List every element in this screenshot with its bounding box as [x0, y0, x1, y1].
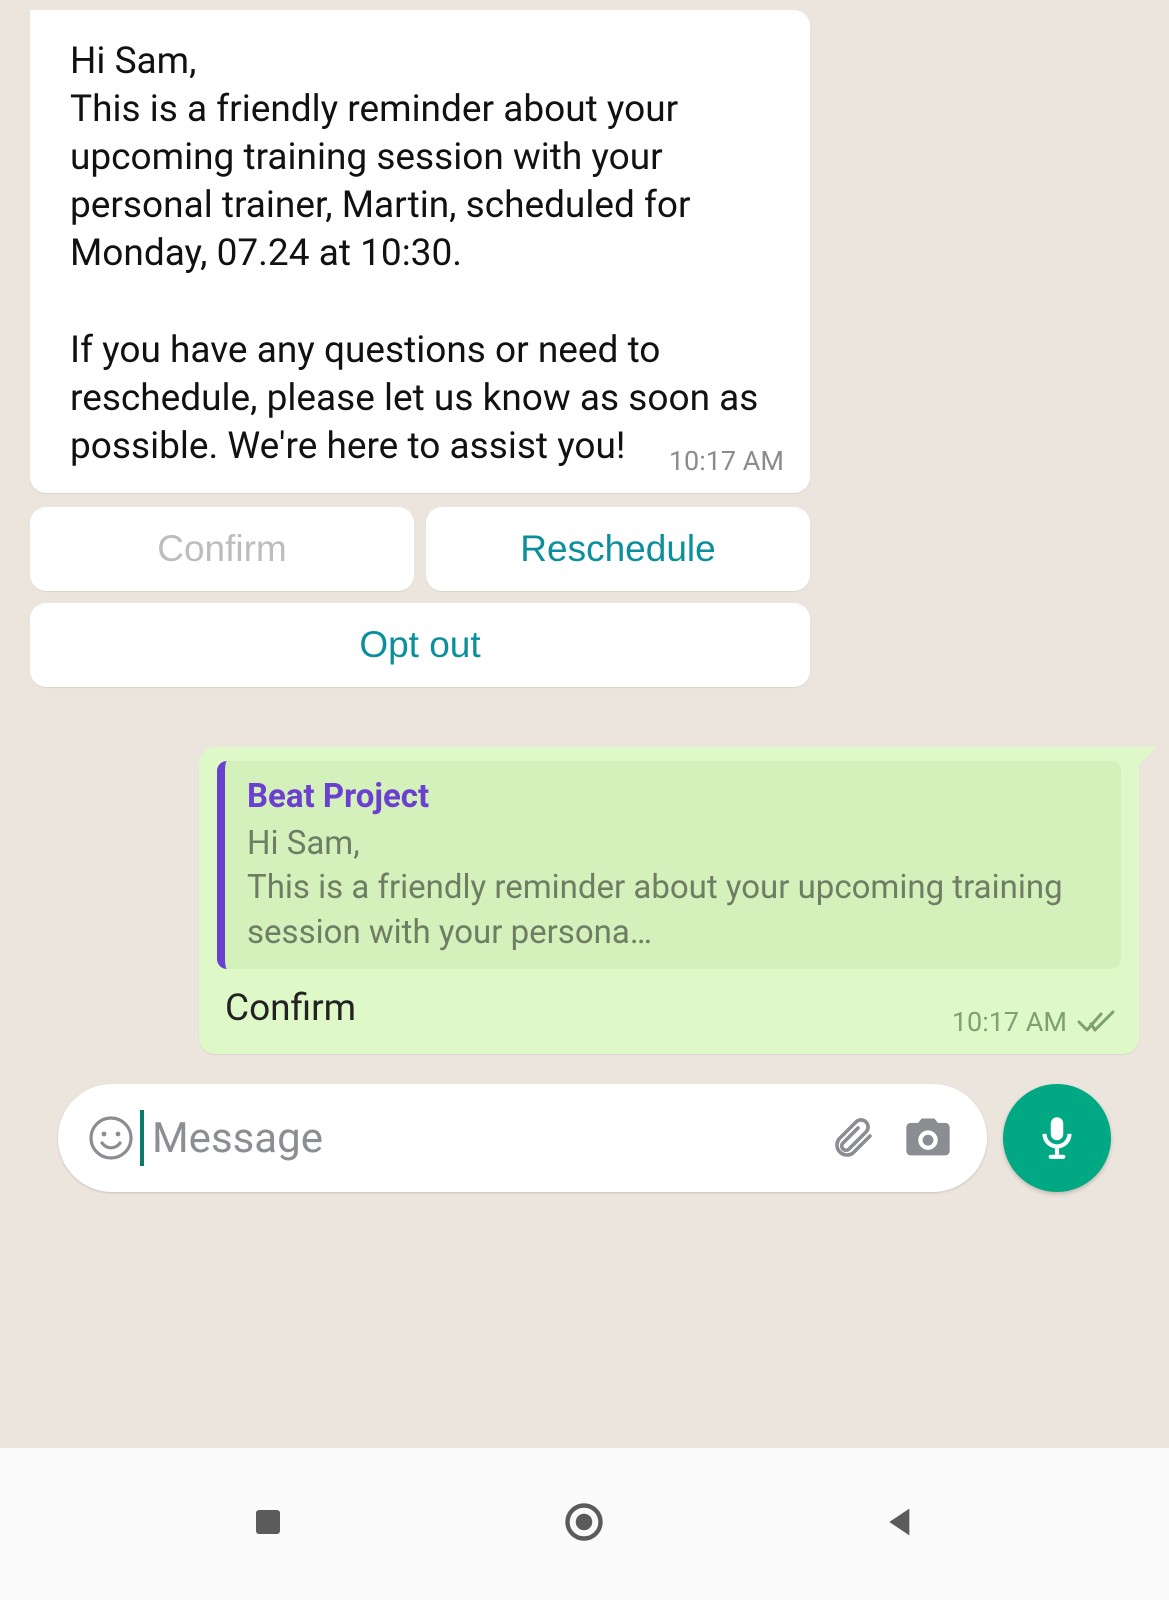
confirm-button[interactable]: Confirm [30, 507, 414, 591]
confirm-button-label: Confirm [157, 528, 287, 570]
android-nav-bar [0, 1448, 1169, 1600]
quick-reply-group: Confirm Reschedule Opt out [30, 507, 810, 687]
reply-quote-text: Hi Sam, This is a friendly reminder abou… [247, 822, 1099, 956]
android-recents-button[interactable] [223, 1479, 313, 1569]
opt-out-button-label: Opt out [359, 624, 480, 666]
message-input-container[interactable]: Message [58, 1084, 987, 1192]
mic-icon [1032, 1111, 1082, 1165]
outgoing-message-bubble[interactable]: Beat Project Hi Sam, This is a friendly … [199, 747, 1139, 1055]
read-ticks-icon [1077, 1009, 1117, 1035]
incoming-message-text: Hi Sam, This is a friendly reminder abou… [70, 38, 770, 471]
message-input-placeholder: Message [152, 1114, 323, 1163]
camera-icon[interactable] [893, 1112, 963, 1164]
incoming-message-time: 10:17 AM [669, 444, 784, 479]
bubble-tail [1135, 747, 1157, 769]
text-cursor [140, 1110, 144, 1166]
outgoing-message-time: 10:17 AM [952, 1006, 1067, 1038]
opt-out-button[interactable]: Opt out [30, 603, 810, 687]
android-home-icon [562, 1500, 606, 1548]
chat-area: Hi Sam, This is a friendly reminder abou… [0, 0, 1169, 1448]
incoming-message-bubble[interactable]: Hi Sam, This is a friendly reminder abou… [30, 10, 810, 493]
android-home-button[interactable] [539, 1479, 629, 1569]
outgoing-message-row: Beat Project Hi Sam, This is a friendly … [30, 747, 1139, 1055]
reply-quote-block[interactable]: Beat Project Hi Sam, This is a friendly … [217, 761, 1121, 970]
composer-row: Message [30, 1084, 1139, 1216]
mic-button[interactable] [1003, 1084, 1111, 1192]
message-input[interactable]: Message [140, 1084, 817, 1192]
android-back-button[interactable] [856, 1479, 946, 1569]
reschedule-button-label: Reschedule [520, 528, 715, 570]
outgoing-message-meta: 10:17 AM [952, 1006, 1117, 1038]
android-recents-icon [250, 1504, 286, 1544]
emoji-icon[interactable] [82, 1114, 140, 1162]
android-back-icon [881, 1502, 921, 1546]
reply-quote-sender: Beat Project [247, 777, 1099, 816]
reschedule-button[interactable]: Reschedule [426, 507, 810, 591]
attachment-icon[interactable] [817, 1114, 887, 1162]
